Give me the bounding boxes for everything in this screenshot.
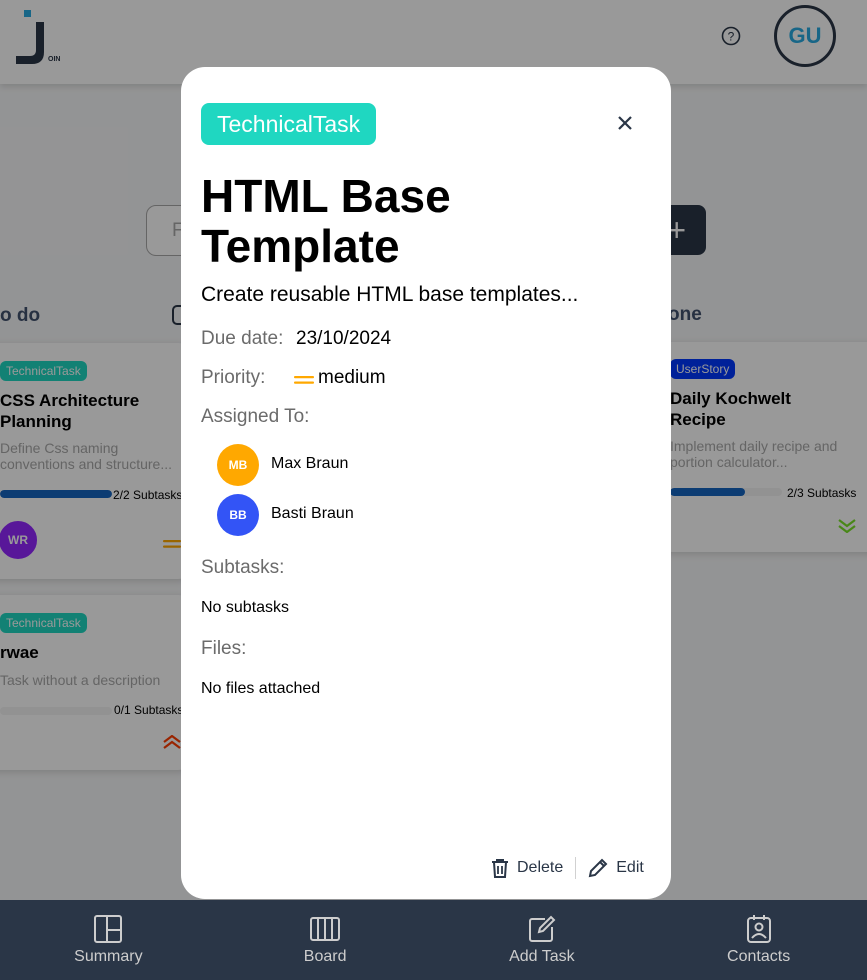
pencil-icon — [588, 858, 608, 878]
nav-item-add-task[interactable]: Add Task — [434, 900, 651, 980]
files-label: Files: — [201, 638, 247, 659]
nav-item-contacts[interactable]: Contacts — [650, 900, 867, 980]
delete-label: Delete — [517, 859, 564, 876]
summary-icon — [94, 915, 123, 943]
assignee-name: Basti Braun — [271, 505, 354, 522]
delete-button[interactable]: Delete — [491, 858, 563, 878]
edit-button[interactable]: Edit — [588, 858, 644, 878]
nav-item-summary[interactable]: Summary — [0, 900, 217, 980]
subtasks-label: Subtasks: — [201, 557, 285, 578]
assigned-to-label: Assigned To: — [201, 406, 310, 427]
close-button[interactable] — [611, 109, 639, 137]
board-icon — [310, 917, 341, 941]
contacts-icon — [746, 915, 771, 943]
close-icon — [618, 116, 632, 130]
trash-icon — [492, 859, 508, 878]
task-category-badge: TechnicalTask — [201, 103, 377, 145]
nav-label: Board — [303, 948, 347, 965]
task-description: Create reusable HTML base templates... — [201, 283, 579, 306]
task-detail-modal: TechnicalTask HTML Base Template Create … — [181, 67, 671, 899]
assignee-name: Max Braun — [271, 455, 349, 472]
priority-value: medium — [318, 367, 386, 388]
bottom-nav: Summary Board Add Task Contacts — [0, 900, 867, 980]
nav-item-board[interactable]: Board — [217, 900, 434, 980]
files-empty-text: No files attached — [201, 680, 321, 697]
due-date-value: 23/10/2024 — [296, 328, 392, 349]
subtasks-empty-text: No subtasks — [201, 599, 290, 616]
action-divider — [575, 857, 577, 879]
nav-label: Summary — [74, 948, 143, 965]
modal-actions: Delete Edit — [491, 857, 644, 879]
assignee-avatar: BB — [217, 494, 259, 536]
nav-label: Add Task — [509, 948, 575, 965]
due-date-label: Due date: — [201, 328, 284, 349]
nav-label: Contacts — [727, 948, 791, 965]
edit-label: Edit — [616, 859, 644, 876]
task-title: HTML Base Template — [201, 170, 451, 272]
priority-label: Priority: — [201, 367, 266, 388]
add-task-icon — [528, 915, 556, 942]
priority-medium-icon — [294, 372, 314, 390]
assignee-avatar: MB — [217, 444, 259, 486]
